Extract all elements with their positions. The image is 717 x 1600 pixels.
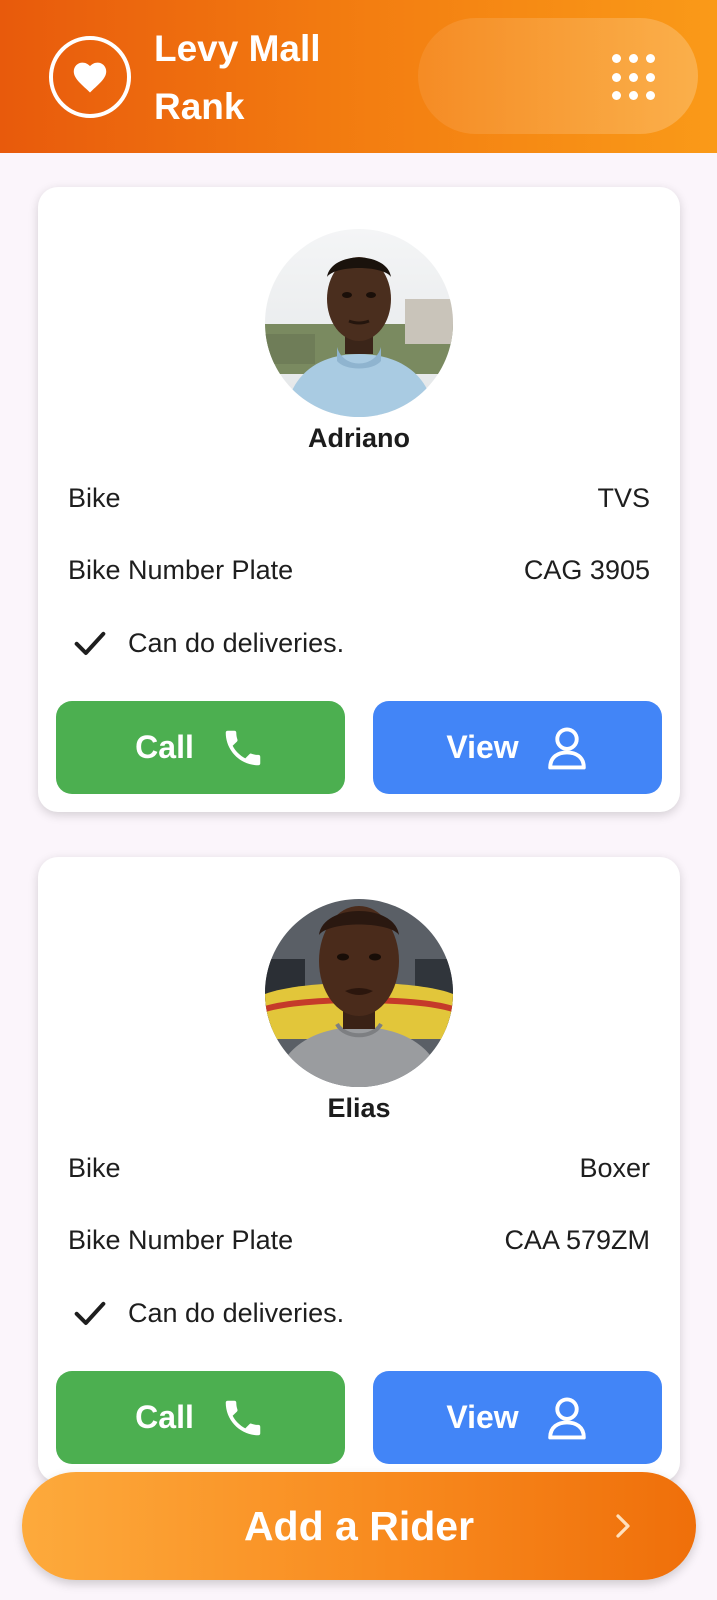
rider-name: Adriano [307, 423, 410, 453]
plate-value: CAG 3905 [523, 554, 650, 585]
bike-row: Bike Boxer [68, 1148, 650, 1188]
check-icon [74, 1301, 106, 1325]
person-icon [545, 1395, 589, 1441]
view-label: View [446, 729, 519, 765]
rider-card: Elias Bike Boxer Bike Number Plate CAA 5… [38, 857, 680, 1482]
plate-value: CAA 579ZM [504, 1224, 650, 1255]
chevron-right-icon [616, 1514, 630, 1538]
app-screen: Levy Mall Rank Adriano Bike TVS Bike Num… [0, 0, 717, 1600]
delivery-status: Can do deliveries. [70, 1293, 344, 1333]
plate-label: Bike Number Plate [68, 554, 294, 585]
delivery-text: Can do deliveries. [128, 1297, 345, 1328]
call-label: Call [135, 729, 194, 765]
bike-value: Boxer [579, 1152, 650, 1183]
plate-label: Bike Number Plate [68, 1224, 294, 1255]
call-button[interactable]: Call [56, 1371, 345, 1464]
heart-icon[interactable] [49, 36, 131, 118]
rider-avatar [265, 229, 453, 417]
add-rider-button[interactable]: Add a Rider [22, 1472, 696, 1580]
call-button[interactable]: Call [56, 701, 345, 794]
rider-card: Adriano Bike TVS Bike Number Plate CAG 3… [38, 187, 680, 812]
plate-row: Bike Number Plate CAG 3905 [68, 550, 650, 590]
call-label: Call [135, 1399, 194, 1435]
page-title: Levy Mall Rank [154, 28, 321, 127]
phone-icon [220, 725, 266, 771]
rider-avatar [265, 899, 453, 1087]
delivery-text: Can do deliveries. [128, 627, 345, 658]
app-header: Levy Mall Rank [0, 0, 717, 153]
bike-row: Bike TVS [68, 478, 650, 518]
view-button[interactable]: View [373, 701, 662, 794]
person-icon [545, 725, 589, 771]
bike-value: TVS [597, 482, 650, 513]
add-rider-label: Add a Rider [243, 1502, 475, 1549]
rider-name: Elias [327, 1093, 391, 1123]
delivery-status: Can do deliveries. [70, 623, 344, 663]
bike-label: Bike [68, 482, 121, 513]
bike-label: Bike [68, 1152, 121, 1183]
plate-row: Bike Number Plate CAA 579ZM [68, 1220, 650, 1260]
grid-menu-icon[interactable] [612, 54, 660, 102]
check-icon [74, 631, 106, 655]
view-label: View [446, 1399, 519, 1435]
view-button[interactable]: View [373, 1371, 662, 1464]
phone-icon [220, 1395, 266, 1441]
